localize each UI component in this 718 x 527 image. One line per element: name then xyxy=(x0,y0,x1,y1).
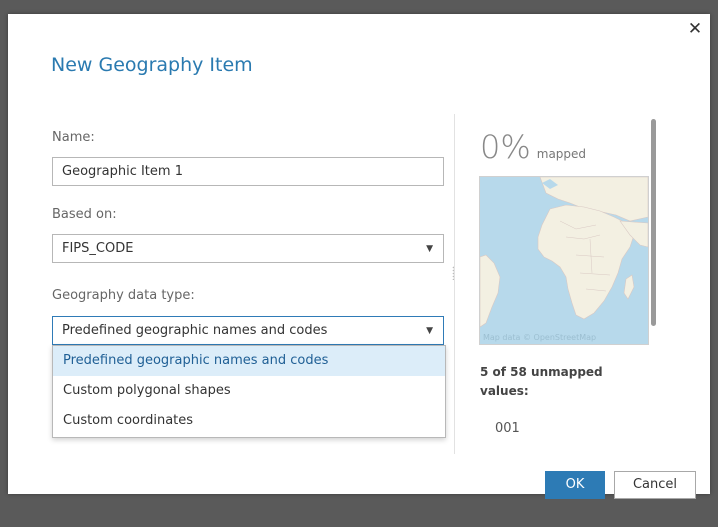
option-custom-polygonal-shapes[interactable]: Custom polygonal shapes xyxy=(53,376,445,406)
geography-type-dropdown: Predefined geographic names and codes Cu… xyxy=(52,345,446,438)
option-custom-coordinates[interactable]: Custom coordinates xyxy=(53,406,445,436)
name-label: Name: xyxy=(52,130,95,145)
chevron-down-icon: ▼ xyxy=(426,244,433,254)
world-map-image xyxy=(480,177,648,344)
geography-type-value: Predefined geographic names and codes xyxy=(62,323,328,338)
dialog-title: New Geography Item xyxy=(51,54,253,76)
map-credit: Map data © OpenStreetMap xyxy=(483,333,597,342)
unmapped-summary: 5 of 58 unmapped values: xyxy=(480,365,603,398)
based-on-value: FIPS_CODE xyxy=(62,241,134,256)
new-geography-item-dialog: ✕ New Geography Item Name: Geographic It… xyxy=(8,14,711,499)
unmapped-value-item: 001 xyxy=(495,421,520,436)
map-preview[interactable]: Map data © OpenStreetMap xyxy=(479,176,649,345)
mapping-preview-panel: 0% mapped Map data © OpenStreetMap 5 of … xyxy=(454,114,711,454)
mapped-percentage: 0% mapped xyxy=(480,128,586,166)
ok-button[interactable]: OK xyxy=(545,471,605,499)
scrollbar-thumb[interactable] xyxy=(651,119,656,326)
mapped-percent-value: 0% xyxy=(480,128,531,166)
name-input[interactable]: Geographic Item 1 xyxy=(52,157,444,186)
based-on-label: Based on: xyxy=(52,207,117,222)
mapped-percent-label: mapped xyxy=(536,147,587,161)
option-predefined-names[interactable]: Predefined geographic names and codes xyxy=(53,346,445,376)
name-input-value: Geographic Item 1 xyxy=(62,164,183,179)
cancel-button[interactable]: Cancel xyxy=(614,471,696,499)
geography-type-select[interactable]: Predefined geographic names and codes ▼ xyxy=(52,316,444,345)
close-icon[interactable]: ✕ xyxy=(686,20,704,38)
chevron-down-icon: ▼ xyxy=(426,326,433,336)
geography-type-label: Geography data type: xyxy=(52,288,195,303)
based-on-select[interactable]: FIPS_CODE ▼ xyxy=(52,234,444,263)
